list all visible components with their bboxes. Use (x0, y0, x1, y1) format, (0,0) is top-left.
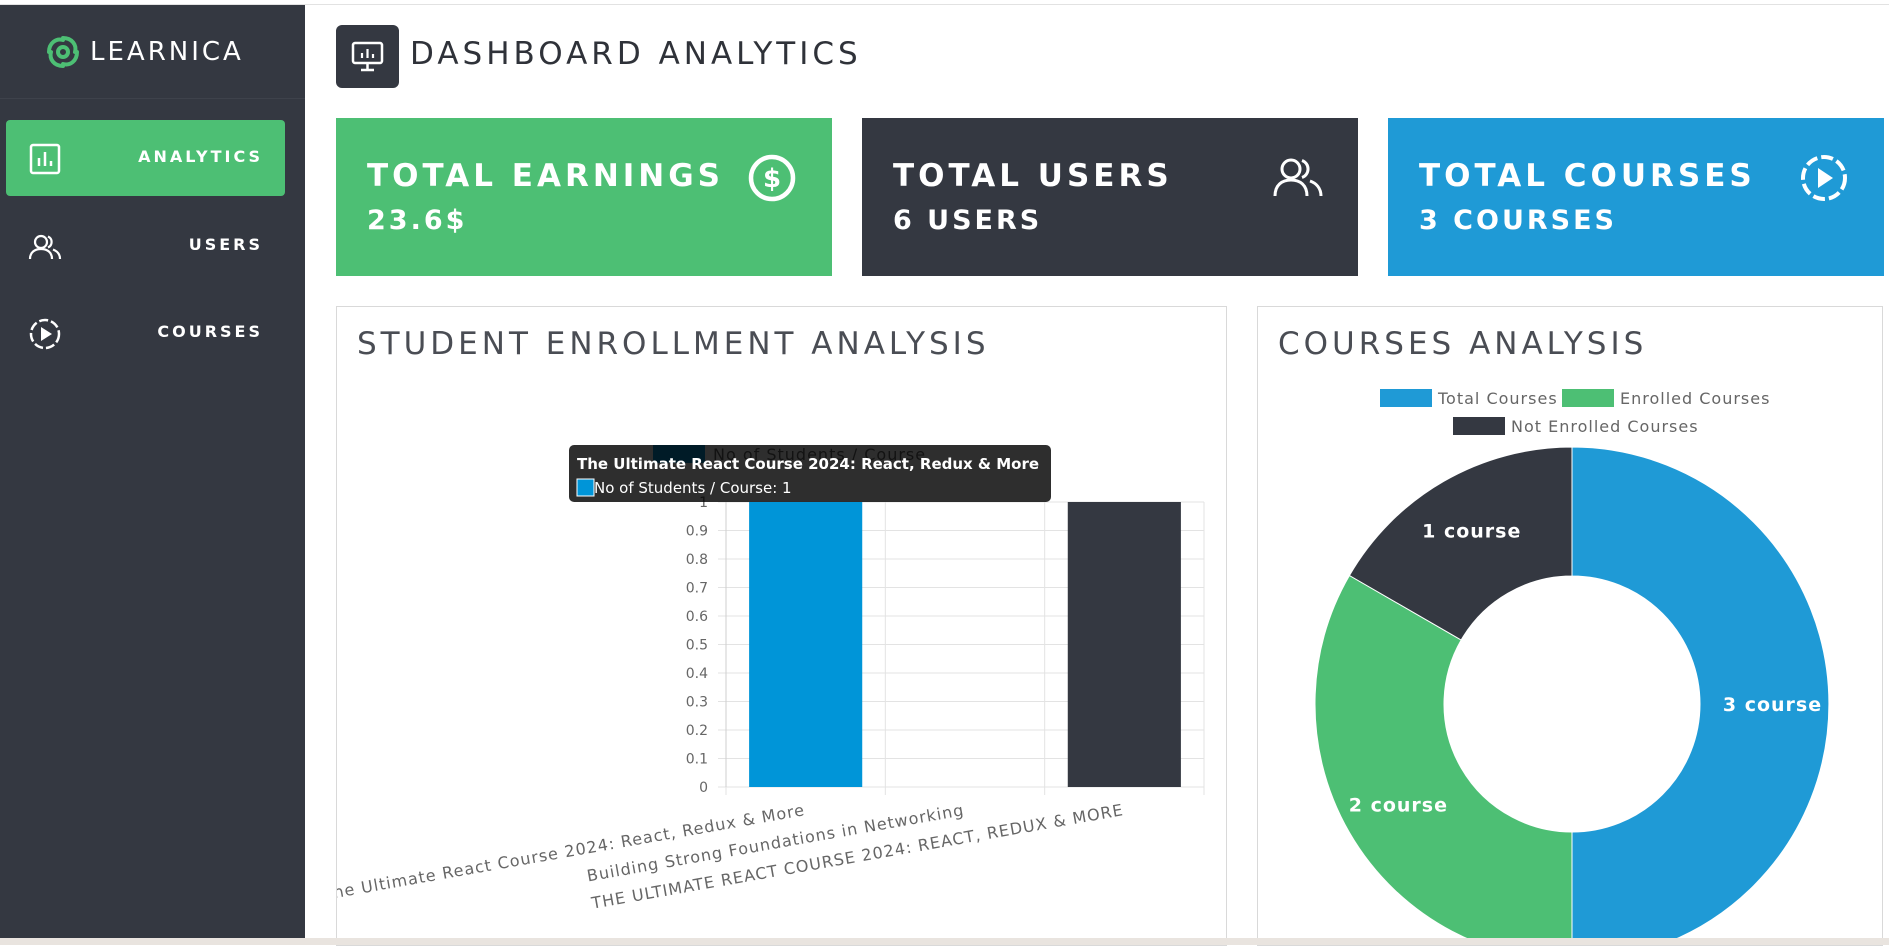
presentation-icon (336, 25, 399, 88)
legend-label: Enrolled Courses (1620, 389, 1770, 408)
y-tick-label: 0.4 (686, 666, 708, 682)
legend-label: Total Courses (1437, 389, 1558, 408)
stat-card-users: TOTAL USERS 6 USERS (862, 118, 1358, 276)
play-circle-icon (29, 318, 61, 350)
learnica-logo-icon (47, 36, 79, 68)
legend-swatch (1453, 417, 1505, 435)
svg-text:$: $ (763, 164, 781, 194)
y-tick-label: 0.3 (686, 695, 708, 711)
y-tick-label: 0.2 (686, 723, 708, 739)
tooltip-body: No of Students / Course: 1 (594, 479, 792, 497)
slice-label: 2 course (1349, 794, 1448, 816)
analytics-icon (29, 143, 61, 175)
dollar-icon: $ (748, 154, 796, 202)
courses-donut-chart[interactable]: Total Courses Enrolled Courses Not Enrolle… (1258, 377, 1882, 942)
panel-title: STUDENT ENROLLMENT ANALYSIS (357, 326, 990, 362)
sidebar-item-label: ANALYTICS (138, 147, 263, 166)
chart-tooltip: The Ultimate React Course 2024: React, R… (569, 445, 1051, 502)
sidebar: LEARNICA ANALYTICS USERS COURSES (0, 5, 305, 940)
y-tick-label: 0.1 (686, 752, 708, 768)
bar (1067, 502, 1181, 787)
stat-value: 23.6$ (367, 205, 468, 236)
users-icon (1273, 158, 1323, 197)
bottom-scrollbar (0, 938, 1889, 945)
sidebar-item-label: USERS (188, 235, 263, 254)
y-tick-label: 0.5 (686, 638, 708, 654)
users-icon (28, 234, 62, 260)
bar (749, 502, 863, 787)
courses-panel: COURSES ANALYSIS Total Courses Enrolled C… (1257, 306, 1883, 946)
play-circle-icon (1801, 155, 1847, 201)
sidebar-item-users[interactable]: USERS (6, 208, 285, 284)
stat-title: TOTAL EARNINGS (367, 158, 725, 194)
stat-title: TOTAL COURSES (1419, 158, 1756, 194)
tooltip-swatch (576, 478, 595, 497)
page-title: DASHBOARD ANALYTICS (410, 36, 862, 72)
sidebar-item-analytics[interactable]: ANALYTICS (6, 120, 285, 196)
stat-value: 3 COURSES (1419, 205, 1618, 236)
slice-label: 1 course (1422, 520, 1521, 542)
enrollment-bar-chart[interactable]: 00.10.20.30.40.50.60.70.80.91The Ultimat… (337, 377, 1226, 937)
legend-swatch (1562, 389, 1614, 407)
stat-card-courses: TOTAL COURSES 3 COURSES (1388, 118, 1884, 276)
donut-slice (1314, 574, 1573, 942)
brand-name: LEARNICA (90, 37, 244, 67)
sidebar-item-courses[interactable]: COURSES (6, 295, 285, 371)
brand[interactable]: LEARNICA (0, 5, 305, 99)
enrollment-panel: STUDENT ENROLLMENT ANALYSIS 0 0.1 0.2 0.3 0.… (336, 306, 1227, 946)
legend-label: Not Enrolled Courses (1511, 417, 1699, 436)
stat-card-earnings: TOTAL EARNINGS 23.6$ $ (336, 118, 832, 276)
slice-label: 3 course (1723, 694, 1822, 716)
stat-title: TOTAL USERS (893, 158, 1173, 194)
y-tick-label: 0.6 (686, 609, 708, 625)
legend-swatch (1380, 389, 1432, 407)
tooltip-title: The Ultimate React Course 2024: React, R… (577, 455, 1039, 473)
stat-value: 6 USERS (893, 205, 1043, 236)
y-tick-label: 0 (699, 780, 708, 796)
sidebar-item-label: COURSES (157, 322, 263, 341)
y-tick-label: 0.9 (686, 524, 708, 540)
y-tick-label: 0.8 (686, 552, 708, 568)
y-tick-label: 0.7 (686, 581, 708, 597)
panel-title: COURSES ANALYSIS (1278, 326, 1648, 362)
